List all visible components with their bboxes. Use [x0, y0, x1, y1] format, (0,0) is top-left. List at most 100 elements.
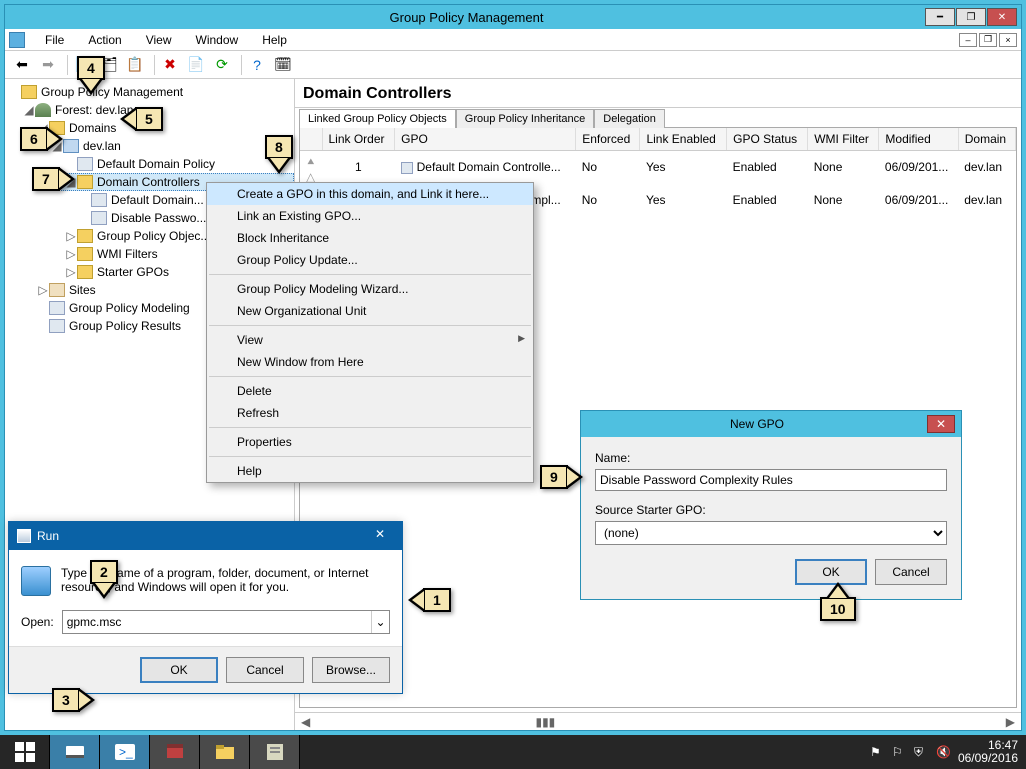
col-enforced[interactable]: Enforced: [576, 128, 640, 151]
tray-flag-icon[interactable]: ⚑: [870, 745, 884, 759]
start-button[interactable]: [0, 735, 50, 769]
menubar: File Action View Window Help – ❐ ×: [5, 29, 1021, 51]
col-link-enabled[interactable]: Link Enabled: [640, 128, 727, 151]
mdi-restore-button[interactable]: ❐: [979, 33, 997, 47]
back-button[interactable]: ⬅: [11, 54, 33, 76]
menu-help[interactable]: Help: [258, 31, 291, 49]
new-gpo-close-button[interactable]: ✕: [927, 415, 955, 433]
tree-domains-node[interactable]: ◢Domains: [33, 119, 294, 137]
tree-gpo-objects-label: Group Policy Objec...: [97, 229, 210, 243]
tray-volume-icon[interactable]: 🔇: [936, 745, 950, 759]
tree-dpc-label: Disable Passwo...: [111, 211, 206, 225]
mdi-close-button[interactable]: ×: [999, 33, 1017, 47]
tree-root-node[interactable]: Group Policy Management: [5, 83, 294, 101]
forward-button[interactable]: ➡: [37, 54, 59, 76]
sites-icon: [49, 283, 65, 297]
tab-inheritance[interactable]: Group Policy Inheritance: [456, 109, 594, 128]
delete-button[interactable]: ✖: [159, 54, 181, 76]
cm-link-existing[interactable]: Link an Existing GPO...: [207, 205, 533, 227]
new-gpo-name-input[interactable]: [595, 469, 947, 491]
tree-wmi-label: WMI Filters: [97, 247, 158, 261]
run-browse-button[interactable]: Browse...: [312, 657, 390, 683]
run-open-input[interactable]: [63, 611, 371, 633]
mdi-minimize-button[interactable]: –: [959, 33, 977, 47]
tree-root-label: Group Policy Management: [41, 85, 183, 99]
menu-file[interactable]: File: [41, 31, 68, 49]
step-5-arrow: 5: [120, 107, 163, 131]
folder-icon: [77, 229, 93, 243]
tray-clock[interactable]: 16:47 06/09/2016: [958, 739, 1018, 765]
step-9-arrow: 9: [540, 465, 583, 489]
minimize-button[interactable]: ━: [925, 8, 955, 26]
col-link-order[interactable]: Link Order: [322, 128, 395, 151]
cm-refresh[interactable]: Refresh: [207, 402, 533, 424]
col-wmi-filter[interactable]: WMI Filter: [808, 128, 879, 151]
taskbar-gpmc[interactable]: [250, 735, 300, 769]
gpo-link-icon: [77, 157, 93, 171]
horizontal-scrollbar[interactable]: ◀▮▮▮▶: [295, 712, 1021, 730]
cm-gp-update[interactable]: Group Policy Update...: [207, 249, 533, 271]
new-gpo-cancel-button[interactable]: Cancel: [875, 559, 947, 585]
run-title-label: Run: [37, 529, 366, 543]
tree-starter-label: Starter GPOs: [97, 265, 169, 279]
col-gpo-status[interactable]: GPO Status: [727, 128, 808, 151]
refresh-button[interactable]: ⟳: [211, 54, 233, 76]
titlebar: Group Policy Management ━ ❐ ✕: [5, 5, 1021, 29]
taskbar-explorer[interactable]: [200, 735, 250, 769]
properties-button[interactable]: 📄: [185, 54, 207, 76]
taskbar: >_ ⚑ ⚐ ⛨ 🔇 16:47 06/09/2016: [0, 735, 1026, 769]
copy-button[interactable]: 📋: [124, 54, 146, 76]
run-dialog: Run ✕ Type the name of a program, folder…: [8, 521, 403, 694]
folder-icon: [77, 247, 93, 261]
cm-delete[interactable]: Delete: [207, 380, 533, 402]
tray-notification-icon[interactable]: ⚐: [892, 745, 906, 759]
taskbar-powershell[interactable]: >_: [100, 735, 150, 769]
cm-new-window[interactable]: New Window from Here: [207, 351, 533, 373]
cm-help[interactable]: Help: [207, 460, 533, 482]
taskbar-server-manager[interactable]: [50, 735, 100, 769]
table-row[interactable]: ⯅△▽⯆ 1 Default Domain Controlle... No Ye…: [300, 151, 1016, 184]
domain-icon: [63, 139, 79, 153]
close-button[interactable]: ✕: [987, 8, 1017, 26]
new-gpo-starter-label: Source Starter GPO:: [595, 503, 947, 517]
menu-window[interactable]: Window: [192, 31, 243, 49]
tree-ddcp-label: Default Domain...: [111, 193, 204, 207]
cm-properties[interactable]: Properties: [207, 431, 533, 453]
tab-delegation[interactable]: Delegation: [594, 109, 665, 128]
tree-default-domain-policy-node[interactable]: Default Domain Policy: [61, 155, 294, 173]
menu-action[interactable]: Action: [84, 31, 125, 49]
run-icon: [17, 529, 31, 543]
run-close-button[interactable]: ✕: [366, 527, 394, 545]
cm-block-inheritance[interactable]: Block Inheritance: [207, 227, 533, 249]
run-open-label: Open:: [21, 615, 54, 629]
tab-linked-gpos[interactable]: Linked Group Policy Objects: [299, 109, 456, 128]
step-2-arrow: 2: [90, 560, 118, 599]
run-cancel-button[interactable]: Cancel: [226, 657, 304, 683]
run-ok-button[interactable]: OK: [140, 657, 218, 683]
step-4-arrow: 4: [77, 56, 105, 95]
col-modified[interactable]: Modified: [879, 128, 958, 151]
tray-network-icon[interactable]: ⛨: [914, 745, 928, 759]
help-button[interactable]: ?: [246, 54, 268, 76]
run-titlebar: Run ✕: [9, 522, 402, 550]
folder-icon: [77, 265, 93, 279]
gpo-link-icon: [91, 211, 107, 225]
maximize-button[interactable]: ❐: [956, 8, 986, 26]
forest-icon: [35, 103, 51, 117]
run-open-dropdown[interactable]: ⌄: [371, 611, 389, 633]
col-gpo[interactable]: GPO: [395, 128, 576, 151]
tree-domain-devlan-node[interactable]: ◢dev.lan: [47, 137, 294, 155]
gpo-link-icon: [91, 193, 107, 207]
cm-create-gpo-link[interactable]: Create a GPO in this domain, and Link it…: [207, 183, 533, 205]
cm-new-ou[interactable]: New Organizational Unit: [207, 300, 533, 322]
menu-view[interactable]: View: [142, 31, 176, 49]
step-10-arrow: 10: [820, 582, 856, 621]
taskbar-item[interactable]: [150, 735, 200, 769]
options-button[interactable]: 🗓: [272, 54, 294, 76]
new-gpo-starter-select[interactable]: (none): [595, 521, 947, 545]
cm-modeling-wizard[interactable]: Group Policy Modeling Wizard...: [207, 278, 533, 300]
col-domain[interactable]: Domain: [958, 128, 1015, 151]
cm-view[interactable]: View: [207, 329, 533, 351]
svg-text:>_: >_: [119, 745, 133, 759]
new-gpo-title-label: New GPO: [587, 417, 927, 431]
